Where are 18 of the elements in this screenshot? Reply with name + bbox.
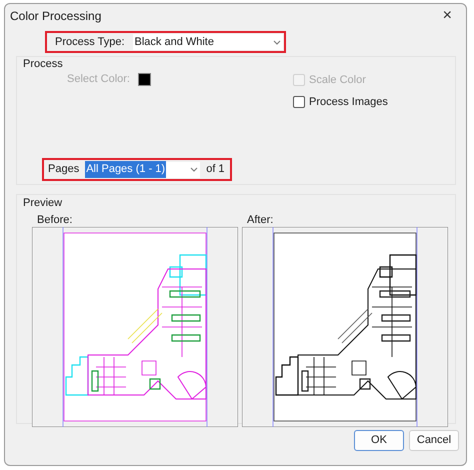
dialog-button[interactable]: OK [354,430,404,451]
page-count: of 1 [206,162,225,178]
pane-label: Before: [36,213,74,225]
group-title: Preview [23,196,62,211]
chevron-icon [190,167,198,172]
checkbox-option: Scale Color [293,72,388,88]
window-title: Color Processing [10,8,102,25]
pane-label: After: [246,213,274,225]
dialog-button[interactable]: Cancel [409,430,459,451]
pages-dropdown[interactable]: All Pages (1 - 1) [85,162,200,178]
chevron-icon [272,40,280,44]
group-title: Process [23,57,63,72]
close-button[interactable]: × [438,8,456,24]
field-label: Process Type: [55,34,124,50]
field-label: Pages [48,162,80,178]
field-label: Select Color: [67,72,130,87]
checkbox-option[interactable]: Process Images [293,94,388,110]
process-type-dropdown[interactable]: Black and White [132,34,282,50]
